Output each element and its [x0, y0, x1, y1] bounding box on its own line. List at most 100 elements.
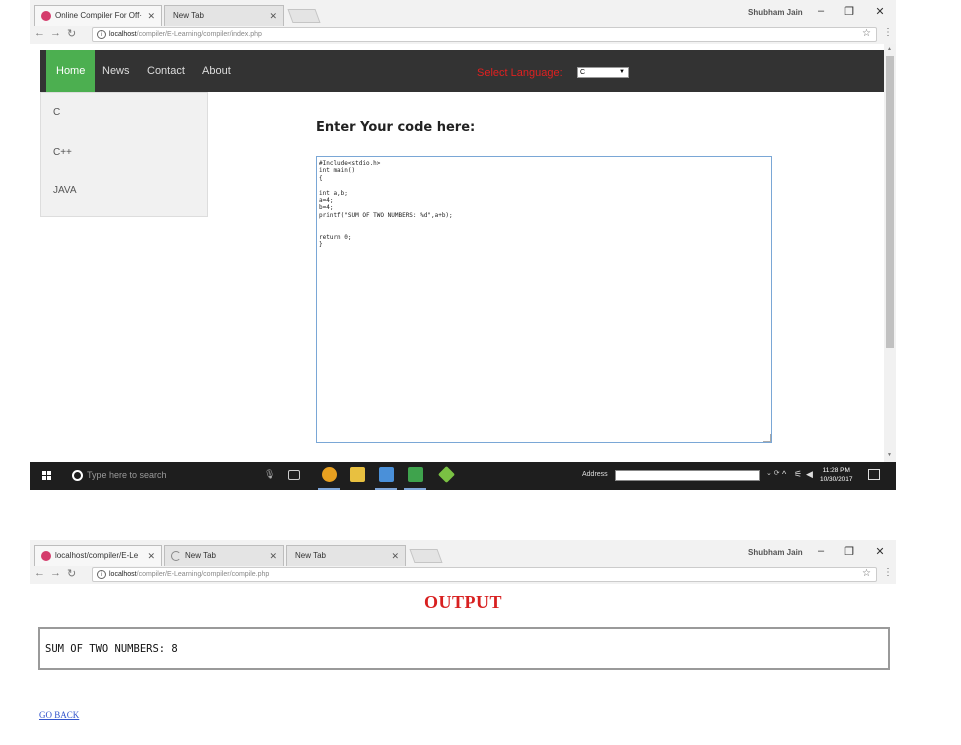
- back-arrow-icon[interactable]: ←: [34, 567, 45, 579]
- output-title: OUTPUT: [423, 592, 502, 612]
- sidebar-item-java[interactable]: JAVA: [53, 185, 77, 196]
- system-clock[interactable]: 11:28 PM 10/30/2017: [820, 466, 853, 484]
- restore-icon[interactable]: ❐: [842, 545, 856, 558]
- language-select[interactable]: C ▼: [577, 67, 629, 78]
- browser-window-output: localhost/compiler/E-Le ✕ New Tab ✕ New …: [30, 540, 896, 745]
- browser-chrome: Online Compiler For Off· ✕ New Tab ✕ Shu…: [30, 0, 896, 44]
- new-tab-button[interactable]: [287, 9, 321, 23]
- close-window-icon[interactable]: ✕: [873, 5, 887, 18]
- close-icon[interactable]: ✕: [147, 546, 155, 566]
- language-value: C: [580, 69, 586, 76]
- windows-taskbar: Type here to search 🎙 Address ⌄ ⟳ ^ ⚟ ◀ …: [30, 462, 896, 490]
- tab-new-tab[interactable]: New Tab ✕: [164, 545, 284, 566]
- browser-window-editor: Online Compiler For Off· ✕ New Tab ✕ Shu…: [30, 0, 896, 490]
- tab-compile-output[interactable]: localhost/compiler/E-Le ✕: [34, 545, 162, 566]
- address-toolbar-label: Address: [582, 471, 608, 478]
- sidebar-item-cpp[interactable]: C++: [53, 147, 72, 158]
- output-text: SUM OF TWO NUMBERS: 8: [45, 643, 178, 655]
- taskbar-search-input[interactable]: Type here to search: [87, 470, 167, 480]
- tab-title: New Tab: [185, 551, 216, 560]
- url-host: localhost: [109, 31, 137, 38]
- reload-icon[interactable]: ↻: [67, 567, 76, 580]
- bookmark-star-icon[interactable]: ☆: [862, 568, 871, 579]
- restore-icon[interactable]: ❐: [842, 5, 856, 18]
- windows-start-icon[interactable]: [42, 471, 52, 481]
- nav-link-news[interactable]: News: [92, 50, 140, 92]
- browser-chrome: localhost/compiler/E-Le ✕ New Tab ✕ New …: [30, 540, 896, 584]
- url-path: /compiler/E-Learning/compiler/compile.ph…: [136, 571, 270, 578]
- cortana-icon[interactable]: [72, 470, 83, 481]
- tab-strip: Online Compiler For Off· ✕ New Tab ✕ Shu…: [30, 0, 896, 26]
- url-path: /compiler/E-Learning/compiler/index.php: [136, 31, 262, 38]
- profile-name[interactable]: Shubham Jain: [748, 8, 803, 17]
- network-icon[interactable]: ⚟: [794, 469, 802, 480]
- minimize-icon[interactable]: –: [814, 545, 828, 557]
- tab-online-compiler[interactable]: Online Compiler For Off· ✕: [34, 5, 162, 26]
- tab-title: New Tab: [173, 11, 204, 20]
- reload-icon[interactable]: ↻: [67, 27, 76, 40]
- scroll-thumb[interactable]: [886, 56, 894, 348]
- close-icon[interactable]: ✕: [269, 6, 277, 26]
- code-heading: Enter Your code here:: [316, 120, 476, 135]
- info-icon[interactable]: i: [97, 30, 106, 39]
- clock-date: 10/30/2017: [820, 476, 853, 483]
- close-window-icon[interactable]: ✕: [873, 545, 887, 558]
- close-icon[interactable]: ✕: [147, 6, 155, 26]
- resize-grip-icon[interactable]: [763, 434, 771, 442]
- forward-arrow-icon[interactable]: →: [50, 27, 61, 39]
- tray-up-icon[interactable]: ^: [782, 469, 786, 479]
- minimize-icon[interactable]: –: [814, 5, 828, 17]
- active-app-indicator: [318, 488, 340, 490]
- scroll-down-icon[interactable]: ▼: [887, 452, 892, 458]
- code-editor[interactable]: #Include<stdio.h> int main() { int a,b; …: [316, 156, 772, 443]
- microphone-icon[interactable]: 🎙: [264, 469, 275, 480]
- go-back-link[interactable]: GO BACK: [39, 710, 79, 720]
- notification-icon[interactable]: [868, 469, 880, 480]
- address-toolbar-input[interactable]: [615, 470, 760, 481]
- chrome-app-icon[interactable]: [322, 467, 337, 482]
- close-icon[interactable]: ✕: [391, 546, 399, 566]
- tab-title: New Tab: [295, 551, 326, 560]
- new-tab-button[interactable]: [409, 549, 443, 563]
- volume-icon[interactable]: ◀: [806, 469, 813, 480]
- top-navbar: Home News Contact About Select Language:…: [40, 50, 884, 92]
- active-app-indicator: [375, 488, 397, 490]
- forward-arrow-icon[interactable]: →: [50, 567, 61, 579]
- menu-dots-icon[interactable]: ⋮: [883, 27, 893, 38]
- active-app-indicator: [404, 488, 426, 490]
- address-bar[interactable]: i localhost/compiler/E-Learning/compiler…: [92, 27, 877, 42]
- tab-strip: localhost/compiler/E-Le ✕ New Tab ✕ New …: [30, 540, 896, 566]
- nav-link-home[interactable]: Home: [46, 50, 96, 92]
- tab-new-tab-2[interactable]: New Tab ✕: [286, 545, 406, 566]
- menu-dots-icon[interactable]: ⋮: [883, 567, 893, 578]
- scrollbar[interactable]: ▲ ▼: [884, 44, 896, 462]
- favicon-icon: [41, 11, 51, 21]
- scroll-up-icon[interactable]: ▲: [887, 46, 892, 52]
- info-icon[interactable]: i: [97, 570, 106, 579]
- bookmark-star-icon[interactable]: ☆: [862, 28, 871, 39]
- address-row: ← → ↻ i localhost/compiler/E-Learning/co…: [30, 26, 896, 44]
- clock-time: 11:28 PM: [822, 467, 850, 474]
- sidebar-item-c[interactable]: C: [53, 107, 60, 118]
- output-box: SUM OF TWO NUMBERS: 8: [38, 627, 890, 670]
- address-bar[interactable]: i localhost/compiler/E-Learning/compiler…: [92, 567, 877, 582]
- nav-link-about[interactable]: About: [192, 50, 241, 92]
- profile-name[interactable]: Shubham Jain: [748, 548, 803, 557]
- url-host: localhost: [109, 571, 137, 578]
- address-row: ← → ↻ i localhost/compiler/E-Learning/co…: [30, 566, 896, 584]
- dropdown-arrow-icon: ▼: [619, 69, 625, 75]
- editor-app-icon[interactable]: [438, 466, 455, 483]
- notepad-app-icon[interactable]: [408, 467, 423, 482]
- language-sidebar: C C++ JAVA: [40, 92, 208, 217]
- chevron-down-icon[interactable]: ⌄ ⟳: [766, 469, 780, 477]
- back-arrow-icon[interactable]: ←: [34, 27, 45, 39]
- close-icon[interactable]: ✕: [269, 546, 277, 566]
- calculator-app-icon[interactable]: [379, 467, 394, 482]
- favicon-icon: [41, 551, 51, 561]
- file-explorer-icon[interactable]: [350, 467, 365, 482]
- task-view-icon[interactable]: [288, 470, 300, 480]
- nav-link-contact[interactable]: Contact: [137, 50, 195, 92]
- tab-title: Online Compiler For Off·: [55, 11, 142, 20]
- tab-new-tab[interactable]: New Tab ✕: [164, 5, 284, 26]
- loading-icon: [171, 551, 181, 561]
